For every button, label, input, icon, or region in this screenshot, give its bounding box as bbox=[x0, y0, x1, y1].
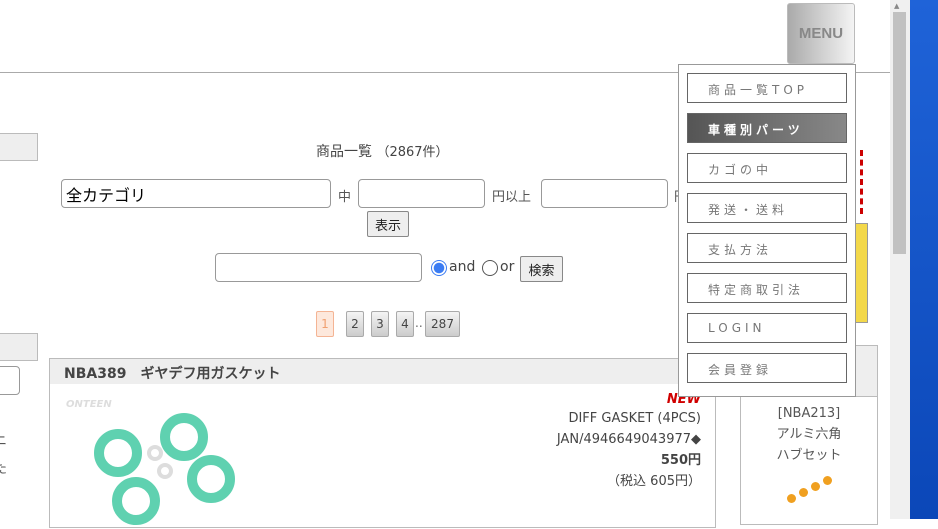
product-card[interactable]: NBA389 ギヤデフ用ガスケット ONTEEN NEW DIFF GASKET… bbox=[49, 358, 716, 528]
product-tax-price: （税込 605円） bbox=[607, 474, 701, 489]
in-label: 中 bbox=[338, 190, 352, 205]
menu-dropdown: 商品一覧TOP 車種別パーツ カゴの中 発送・送料 支払方法 特定商取引法 LO… bbox=[678, 64, 856, 397]
product-heading: NBA389 ギヤデフ用ガスケット bbox=[50, 359, 715, 384]
left-sidebar-box[interactable] bbox=[0, 333, 38, 361]
menu-item-products-top[interactable]: 商品一覧TOP bbox=[687, 73, 847, 103]
menu-item-shipping[interactable]: 発送・送料 bbox=[687, 193, 847, 223]
side-product-name: アルミ六角 bbox=[776, 427, 842, 442]
side-banner-red[interactable] bbox=[858, 150, 863, 214]
side-product-image[interactable] bbox=[779, 472, 839, 512]
show-button[interactable]: 表示 bbox=[367, 211, 409, 237]
product-image[interactable] bbox=[70, 409, 270, 529]
price-min-input[interactable] bbox=[358, 179, 485, 208]
desktop-background bbox=[910, 0, 938, 519]
product-jan: JAN/4946649043977◆ bbox=[556, 432, 701, 447]
page-3[interactable]: 3 bbox=[371, 311, 389, 337]
left-sidebar-input[interactable] bbox=[0, 366, 20, 395]
page-4[interactable]: 4 bbox=[396, 311, 414, 337]
search-button[interactable]: 検索 bbox=[520, 256, 563, 282]
price-min-label: 円以上 bbox=[492, 190, 532, 205]
left-fragment: た bbox=[0, 462, 8, 477]
menu-item-payment[interactable]: 支払方法 bbox=[687, 233, 847, 263]
page-1[interactable]: 1 bbox=[316, 311, 334, 337]
and-label: and bbox=[449, 259, 476, 275]
price-max-input[interactable] bbox=[541, 179, 668, 208]
page-2[interactable]: 2 bbox=[346, 311, 364, 337]
side-product-name: ハブセット bbox=[776, 448, 842, 463]
page-title: 商品一覧 （2867件） bbox=[316, 141, 449, 161]
menu-item-register[interactable]: 会員登録 bbox=[687, 353, 847, 383]
menu-item-cart[interactable]: カゴの中 bbox=[687, 153, 847, 183]
title-text: 商品一覧 bbox=[316, 144, 372, 160]
category-select[interactable] bbox=[61, 179, 331, 208]
left-sidebar-box[interactable] bbox=[0, 133, 38, 161]
scroll-up-icon[interactable]: ▲ bbox=[894, 2, 899, 10]
page-last[interactable]: 287 bbox=[425, 311, 460, 337]
page-ellipsis: .. bbox=[415, 316, 423, 330]
menu-item-car-parts[interactable]: 車種別パーツ bbox=[687, 113, 847, 143]
side-product-code: [NBA213] bbox=[777, 406, 841, 421]
and-radio[interactable] bbox=[431, 260, 447, 276]
or-radio[interactable] bbox=[482, 260, 498, 276]
scrollbar-thumb[interactable] bbox=[893, 12, 906, 254]
left-fragment: ニ bbox=[0, 434, 8, 449]
menu-button[interactable]: MENU bbox=[787, 3, 855, 64]
product-name: DIFF GASKET (4PCS) bbox=[568, 411, 701, 426]
menu-item-legal[interactable]: 特定商取引法 bbox=[687, 273, 847, 303]
or-label: or bbox=[500, 259, 515, 275]
product-price: 550円 bbox=[660, 453, 701, 468]
keyword-input[interactable] bbox=[215, 253, 422, 282]
menu-item-login[interactable]: LOGIN bbox=[687, 313, 847, 343]
item-count: （2867件） bbox=[376, 145, 449, 160]
